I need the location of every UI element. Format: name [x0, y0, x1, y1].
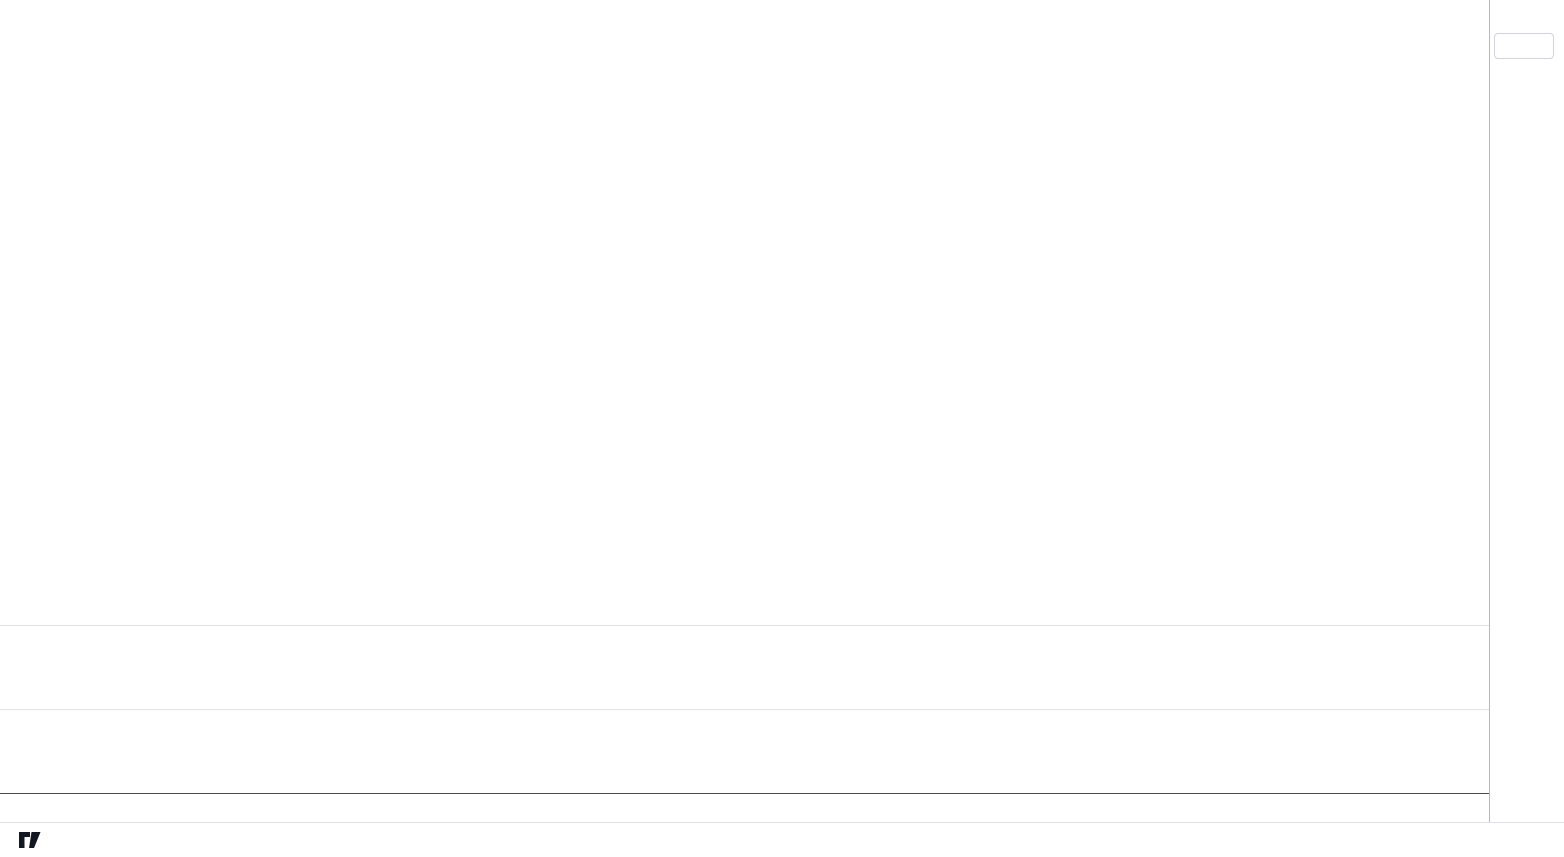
tradingview-chart-page: [0, 0, 1564, 857]
time-axis[interactable]: [0, 793, 1564, 823]
price-axis[interactable]: [1489, 0, 1564, 822]
pane-divider[interactable]: [0, 709, 1489, 710]
sma-legend[interactable]: [15, 35, 22, 50]
tradingview-logo-icon: [18, 829, 42, 849]
rsi-legend[interactable]: [16, 628, 48, 642]
pane-divider[interactable]: [0, 625, 1489, 626]
chart-canvas[interactable]: [0, 0, 1564, 857]
macd-legend[interactable]: [16, 722, 48, 736]
currency-button[interactable]: [1494, 33, 1554, 59]
